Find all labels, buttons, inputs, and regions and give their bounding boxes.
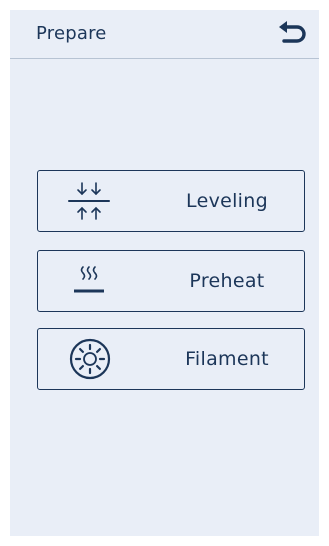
back-button[interactable] [275, 19, 309, 49]
preheat-label: Preheat [189, 270, 265, 292]
preheat-icon [74, 266, 104, 293]
header-bar: Prepare [10, 10, 319, 59]
preheat-button[interactable]: Preheat [37, 250, 305, 312]
back-arrow-icon [279, 21, 306, 43]
leveling-label: Leveling [186, 190, 268, 212]
filament-label: Filament [185, 348, 269, 370]
page-title: Prepare [36, 23, 107, 44]
filament-icon [69, 338, 111, 380]
prepare-screen: Prepare Leveling Preheat Filament [10, 10, 319, 536]
leveling-button[interactable]: Leveling [37, 170, 305, 232]
filament-button[interactable]: Filament [37, 328, 305, 390]
leveling-icon [68, 182, 110, 220]
